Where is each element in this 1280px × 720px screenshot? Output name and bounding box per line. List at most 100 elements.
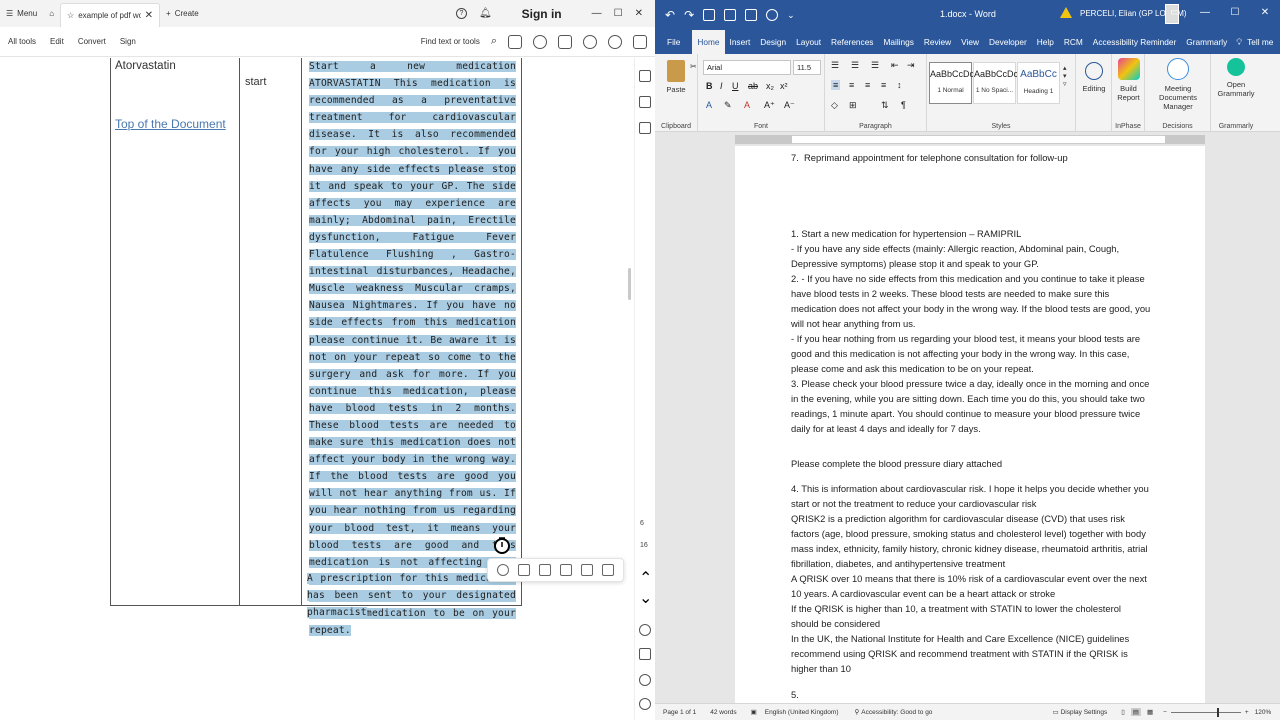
editing-button[interactable]: Editing bbox=[1079, 58, 1109, 93]
convert-menu[interactable]: Convert bbox=[78, 37, 106, 46]
comment-panel-icon[interactable] bbox=[639, 70, 651, 82]
undo-icon[interactable]: ↶ bbox=[665, 8, 675, 22]
tab-grammarly[interactable]: Grammarly bbox=[1181, 30, 1232, 54]
pdf-scrollbar[interactable] bbox=[628, 268, 631, 300]
tab-view[interactable]: View bbox=[956, 30, 984, 54]
link-icon[interactable] bbox=[608, 34, 622, 49]
tab-layout[interactable]: Layout bbox=[791, 30, 826, 54]
open-grammarly-button[interactable]: Open Grammarly bbox=[1213, 58, 1259, 98]
display-settings[interactable]: Display Settings bbox=[1061, 709, 1108, 716]
justify-icon[interactable]: ≡ bbox=[881, 80, 886, 90]
web-layout-icon[interactable]: ▦ bbox=[1147, 708, 1153, 716]
tab-file[interactable]: File bbox=[655, 30, 692, 54]
grow-font-icon[interactable]: A⁺ bbox=[764, 100, 775, 111]
word-count[interactable]: 42 words bbox=[710, 709, 736, 716]
upload-icon[interactable] bbox=[533, 34, 547, 49]
ai-assistant-icon[interactable] bbox=[583, 34, 597, 49]
chevron-down-icon[interactable]: ⌄ bbox=[639, 588, 652, 607]
zoom-in-icon[interactable]: + bbox=[1245, 709, 1249, 716]
zoom-slider-thumb[interactable] bbox=[1216, 707, 1219, 717]
pages-icon[interactable] bbox=[639, 122, 651, 134]
chevron-up-icon[interactable]: ⌃ bbox=[639, 568, 652, 587]
help-icon[interactable]: ? bbox=[455, 8, 467, 19]
subscript-button[interactable]: x₂ bbox=[766, 81, 774, 91]
close-window-icon[interactable]: ✕ bbox=[635, 8, 643, 19]
highlight-color-icon[interactable]: ✎ bbox=[724, 100, 732, 111]
ruler-track[interactable] bbox=[735, 135, 1205, 144]
tab-mailings[interactable]: Mailings bbox=[878, 30, 918, 54]
minimize-icon[interactable]: — bbox=[1190, 0, 1220, 30]
align-center-icon[interactable]: ≡ bbox=[849, 80, 854, 90]
tab-insert[interactable]: Insert bbox=[725, 30, 756, 54]
style-heading-1[interactable]: AaBbCc Heading 1 bbox=[1017, 62, 1060, 104]
maximize-icon[interactable]: ☐ bbox=[614, 8, 623, 19]
tab-references[interactable]: References bbox=[826, 30, 878, 54]
build-report-button[interactable]: Build Report bbox=[1112, 58, 1145, 102]
document-icon[interactable] bbox=[639, 648, 651, 660]
multilevel-list-icon[interactable]: ☰ bbox=[871, 60, 879, 71]
document-page[interactable]: 7. Reprimand appointment for telephone c… bbox=[735, 146, 1205, 703]
text-effects-icon[interactable]: A bbox=[706, 100, 712, 110]
shrink-font-icon[interactable]: A⁻ bbox=[784, 100, 795, 111]
copy-icon[interactable] bbox=[581, 564, 594, 576]
tab-help[interactable]: Help bbox=[1032, 30, 1059, 54]
left-margin-marker[interactable] bbox=[735, 135, 792, 144]
tell-me-search[interactable]: Tell me bbox=[1242, 30, 1278, 54]
close-icon[interactable]: ✕ bbox=[1250, 0, 1280, 30]
tab-review[interactable]: Review bbox=[919, 30, 956, 54]
document-tab[interactable]: ☆ example of pdf working ... ✕ bbox=[60, 3, 161, 27]
document-scrollbar[interactable] bbox=[1269, 146, 1280, 703]
text-cursor-tool-icon[interactable] bbox=[517, 564, 530, 576]
home-button[interactable]: ⌂ bbox=[43, 0, 60, 27]
maximize-icon[interactable]: ☐ bbox=[1220, 0, 1250, 30]
underline-button[interactable]: U bbox=[732, 81, 739, 91]
zoom-out-icon[interactable] bbox=[639, 698, 651, 710]
sign-in-button[interactable]: Sign in bbox=[522, 7, 562, 21]
proofing-icon[interactable]: ▣ bbox=[751, 708, 757, 716]
tab-developer[interactable]: Developer bbox=[984, 30, 1032, 54]
notifications-icon[interactable]: 🔔︎ bbox=[479, 8, 492, 19]
customize-dropdown-icon[interactable]: ⌄ bbox=[787, 10, 795, 21]
accessibility-status[interactable]: Accessibility: Good to go bbox=[861, 709, 932, 716]
language[interactable]: English (United Kingdom) bbox=[765, 709, 839, 716]
underline-icon[interactable] bbox=[560, 564, 573, 576]
refresh-icon[interactable] bbox=[639, 624, 651, 636]
zoom-slider[interactable] bbox=[1170, 707, 1241, 717]
quick-access-icon[interactable] bbox=[703, 9, 716, 21]
borders-icon[interactable]: ⊞ bbox=[849, 100, 857, 111]
find-text-label[interactable]: Find text or tools bbox=[421, 37, 480, 46]
sort-icon[interactable]: ⇅ bbox=[881, 100, 889, 111]
sign-menu[interactable]: Sign bbox=[120, 37, 136, 46]
tab-home[interactable]: Home bbox=[692, 30, 725, 54]
comment-icon[interactable] bbox=[602, 564, 615, 576]
superscript-button[interactable]: x² bbox=[780, 81, 788, 91]
bold-button[interactable]: B bbox=[706, 81, 713, 91]
font-color-icon[interactable]: A bbox=[744, 100, 750, 110]
bookmark-icon[interactable] bbox=[639, 96, 651, 108]
zoom-out-icon[interactable]: − bbox=[1163, 709, 1167, 716]
edit-menu[interactable]: Edit bbox=[50, 37, 64, 46]
highlight-pen-icon[interactable] bbox=[496, 564, 509, 576]
show-formatting-icon[interactable]: ¶ bbox=[901, 100, 906, 110]
decrease-indent-icon[interactable]: ⇤ bbox=[891, 60, 899, 71]
top-of-document-link[interactable]: Top of the Document bbox=[115, 117, 226, 131]
styles-scroll-icon[interactable]: ▴ ▾ ▿ bbox=[1063, 64, 1067, 88]
increase-indent-icon[interactable]: ⇥ bbox=[907, 60, 915, 71]
align-right-icon[interactable]: ≡ bbox=[865, 80, 870, 90]
create-button[interactable]: + Create bbox=[160, 0, 205, 27]
paste-button[interactable]: Paste bbox=[663, 60, 689, 94]
read-mode-icon[interactable]: ▯ bbox=[1121, 708, 1125, 716]
tab-design[interactable]: Design bbox=[755, 30, 791, 54]
tab-rcm[interactable]: RCM bbox=[1059, 30, 1088, 54]
ribbon-display-icon[interactable]: ▭ bbox=[1160, 0, 1190, 30]
numbering-icon[interactable]: ☰ bbox=[851, 60, 859, 71]
tab-accessibility-reminder[interactable]: Accessibility Reminder bbox=[1088, 30, 1181, 54]
right-margin-marker[interactable] bbox=[1165, 135, 1205, 144]
print-icon[interactable] bbox=[558, 34, 572, 49]
warning-icon[interactable] bbox=[1060, 7, 1072, 18]
line-spacing-icon[interactable]: ↕ bbox=[897, 80, 902, 90]
share-icon[interactable] bbox=[633, 34, 647, 49]
search-icon[interactable]: ⌕ bbox=[491, 35, 497, 48]
zoom-in-icon[interactable] bbox=[639, 674, 651, 686]
cut-icon[interactable]: ✂ bbox=[690, 62, 697, 71]
